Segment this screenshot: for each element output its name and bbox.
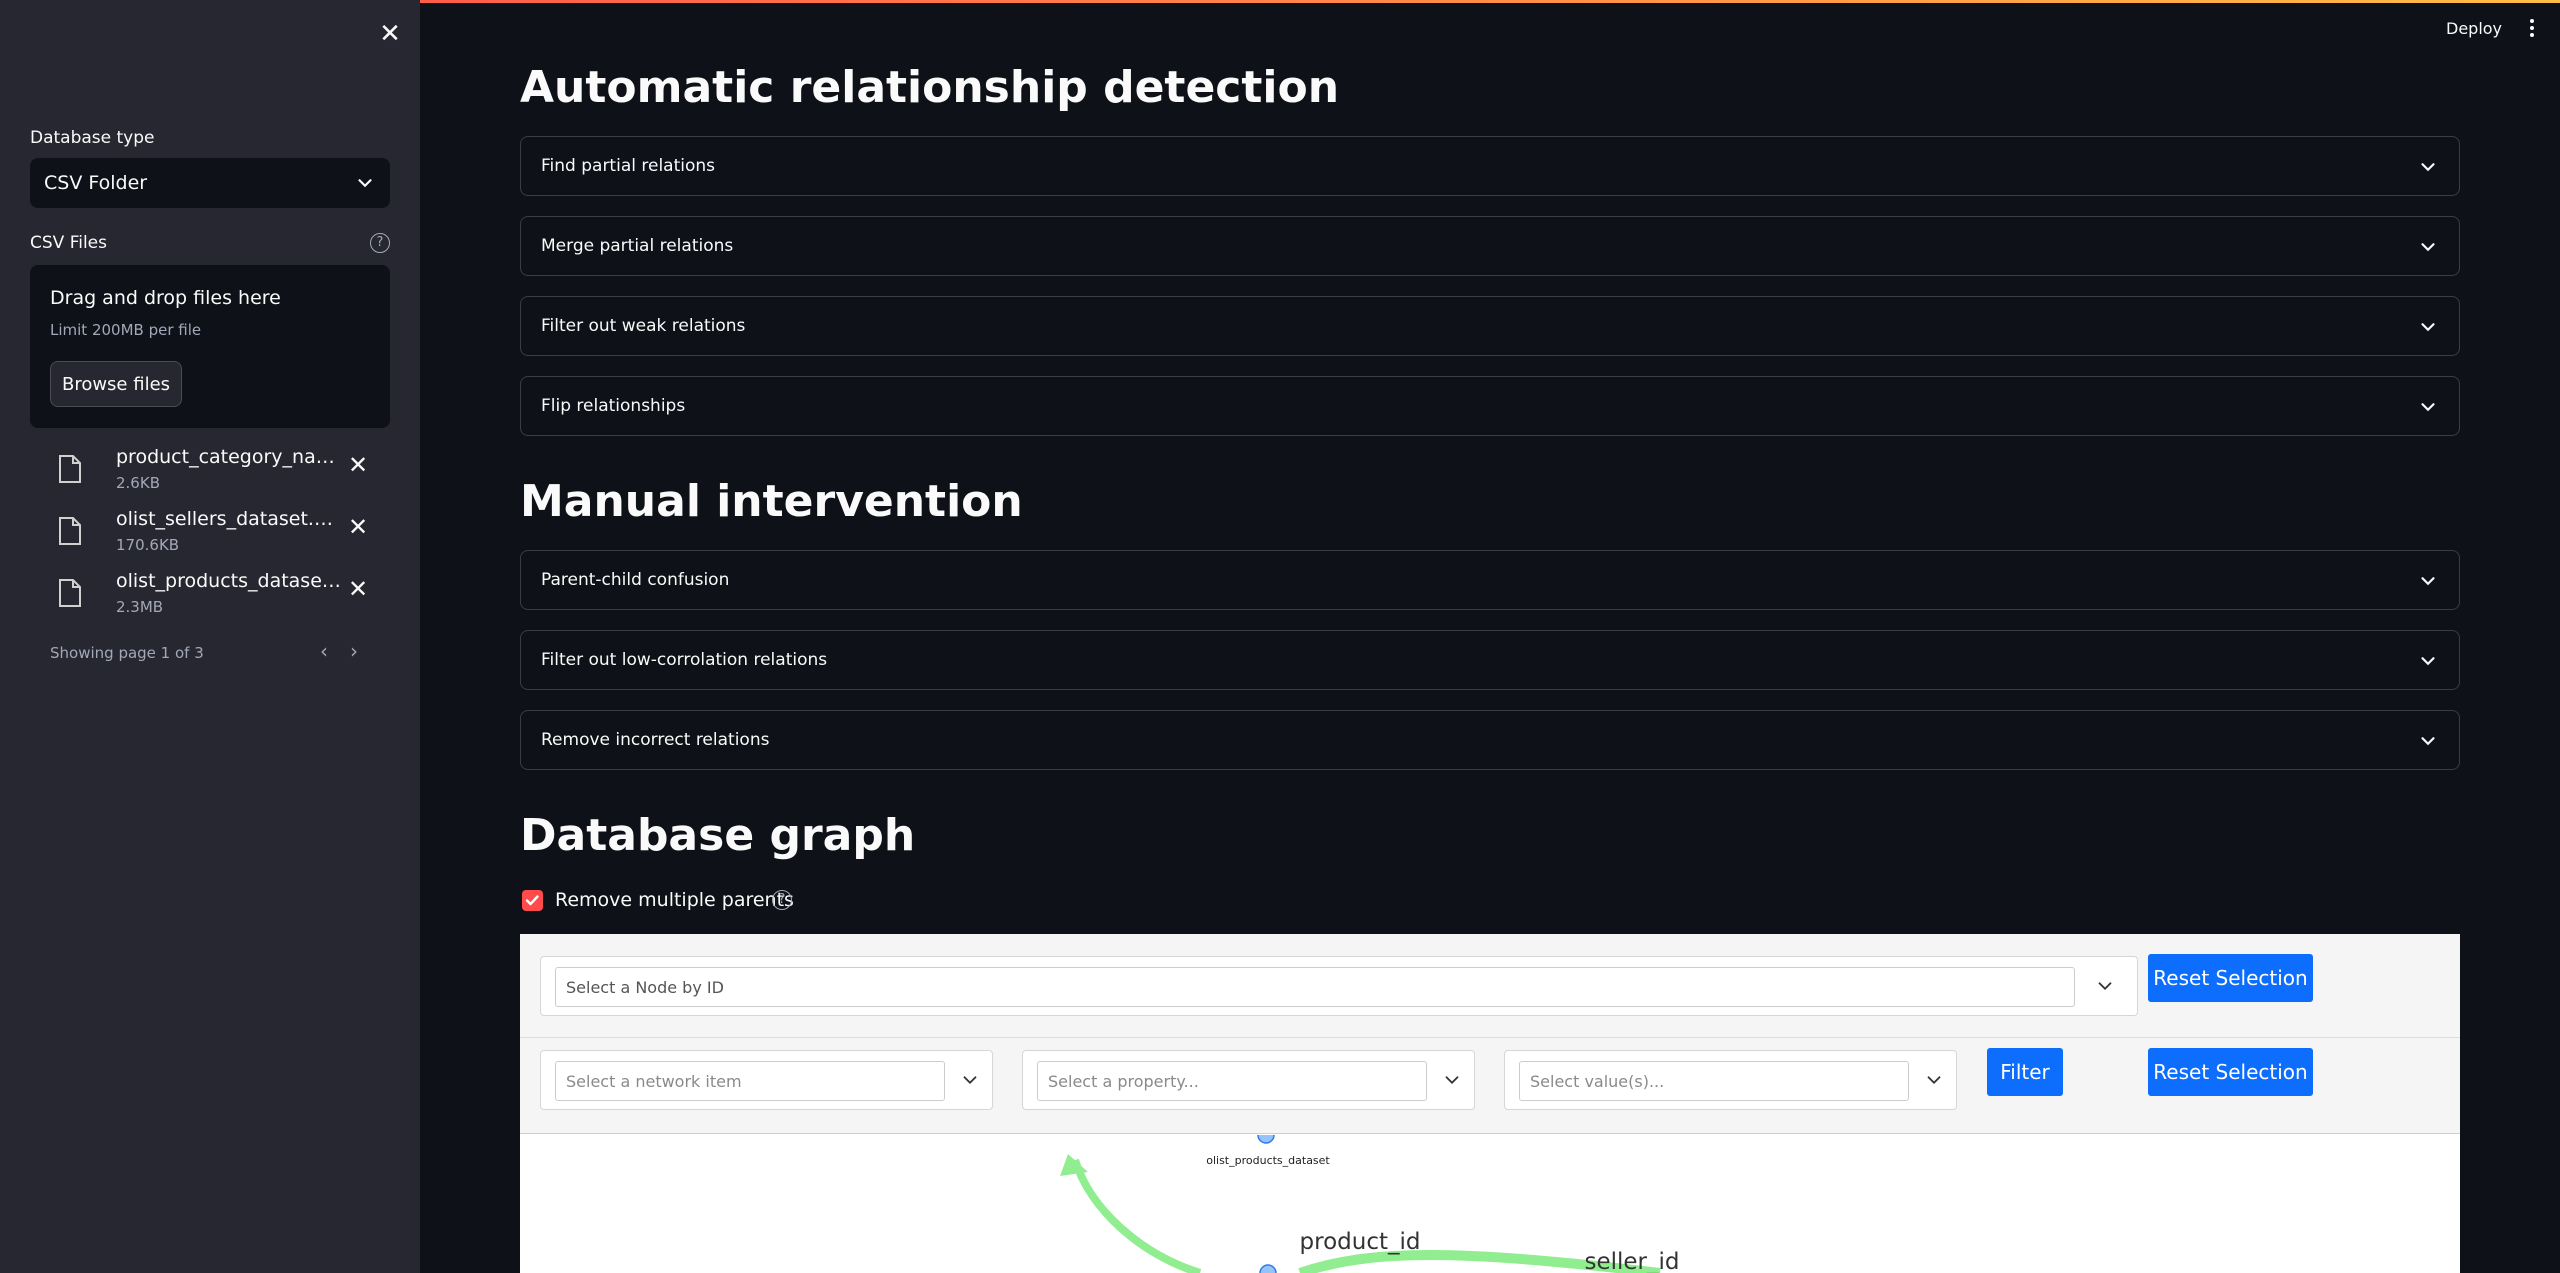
graph-edge bbox=[1071, 1158, 1202, 1273]
chevron-down-icon bbox=[2421, 243, 2435, 252]
chevron-down-icon bbox=[2421, 657, 2435, 666]
expander-flip-relationships[interactable]: Flip relationships bbox=[520, 376, 2460, 436]
chevron-down-icon bbox=[963, 1076, 977, 1085]
checkbox-label: Remove multiple parents bbox=[555, 889, 794, 911]
expander-merge-partial-relations[interactable]: Merge partial relations bbox=[520, 216, 2460, 276]
expander-label: Find partial relations bbox=[541, 156, 716, 176]
uploaded-file-item: olist_sellers_dataset.csv 170.6KB ✕ bbox=[50, 508, 380, 564]
file-dropzone[interactable]: Drag and drop files here Limit 200MB per… bbox=[30, 265, 390, 428]
chevron-left-icon[interactable]: ‹ bbox=[313, 640, 335, 662]
graph-node-label: olist_products_dataset bbox=[1206, 1154, 1330, 1167]
chevron-down-icon bbox=[2421, 577, 2435, 586]
chevron-right-icon[interactable]: › bbox=[343, 640, 365, 662]
file-size: 2.3MB bbox=[116, 598, 164, 616]
database-type-label: Database type bbox=[30, 128, 155, 148]
chevron-down-icon bbox=[2421, 403, 2435, 412]
chevron-down-icon bbox=[2421, 163, 2435, 172]
expander-find-partial-relations[interactable]: Find partial relations bbox=[520, 136, 2460, 196]
file-icon bbox=[59, 455, 81, 483]
pagination-text: Showing page 1 of 3 bbox=[50, 644, 204, 662]
remove-file-icon[interactable]: ✕ bbox=[345, 452, 371, 478]
more-options-icon[interactable] bbox=[2524, 16, 2540, 40]
graph-edge-label: product_id bbox=[1300, 1229, 1421, 1255]
checkmark-icon bbox=[525, 895, 539, 906]
expander-parent-child-confusion[interactable]: Parent-child confusion bbox=[520, 550, 2460, 610]
remove-file-icon[interactable]: ✕ bbox=[345, 514, 371, 540]
close-sidebar-icon[interactable]: ✕ bbox=[376, 20, 404, 48]
expander-label: Filter out weak relations bbox=[541, 316, 746, 336]
uploaded-file-item: product_category_name_translation.csv 2.… bbox=[50, 446, 380, 502]
file-icon bbox=[59, 579, 81, 607]
node-select-input[interactable]: Select a Node by ID bbox=[555, 967, 2075, 1007]
value-input[interactable]: Select value(s)... bbox=[1519, 1061, 1909, 1101]
file-name: product_category_name_translation.csv bbox=[116, 446, 342, 468]
chevron-down-icon bbox=[1927, 1076, 1941, 1085]
help-icon[interactable]: ? bbox=[370, 233, 390, 253]
property-dropdown[interactable]: Select a property... bbox=[1022, 1050, 1475, 1110]
graph-panel: Select a Node by ID Reset Selection Sele… bbox=[520, 934, 2460, 1273]
network-graph-canvas[interactable]: olist_products_dataset product_id seller… bbox=[520, 1134, 2460, 1273]
section-title-database-graph: Database graph bbox=[520, 810, 916, 861]
network-item-input[interactable]: Select a network item bbox=[555, 1061, 945, 1101]
dropzone-title: Drag and drop files here bbox=[50, 287, 281, 309]
reset-selection-button[interactable]: Reset Selection bbox=[2148, 954, 2313, 1002]
filter-button[interactable]: Filter bbox=[1987, 1048, 2063, 1096]
file-size: 2.6KB bbox=[116, 474, 160, 492]
graph-edge-label: seller_id bbox=[1584, 1249, 1679, 1273]
expander-remove-incorrect-relations[interactable]: Remove incorrect relations bbox=[520, 710, 2460, 770]
sidebar: ✕ Database type CSV Folder CSV Files ? D… bbox=[0, 0, 420, 1273]
file-name: olist_sellers_dataset.csv bbox=[116, 508, 342, 530]
graph-node[interactable] bbox=[1259, 1264, 1277, 1273]
remove-file-icon[interactable]: ✕ bbox=[345, 576, 371, 602]
chevron-down-icon bbox=[358, 179, 372, 188]
expander-label: Merge partial relations bbox=[541, 236, 734, 256]
browse-files-button[interactable]: Browse files bbox=[50, 361, 182, 407]
file-icon bbox=[59, 517, 81, 545]
file-name: olist_products_dataset.csv bbox=[116, 570, 342, 592]
uploaded-file-item: olist_products_dataset.csv 2.3MB ✕ bbox=[50, 570, 380, 626]
section-title-auto-detection: Automatic relationship detection bbox=[520, 62, 1340, 113]
expander-label: Flip relationships bbox=[541, 396, 686, 416]
graph-node-partial[interactable] bbox=[1257, 1134, 1275, 1144]
csv-files-label: CSV Files bbox=[30, 233, 107, 253]
file-size: 170.6KB bbox=[116, 536, 180, 554]
database-type-select[interactable]: CSV Folder bbox=[30, 158, 390, 208]
deploy-button[interactable]: Deploy bbox=[2446, 19, 2502, 38]
database-type-value: CSV Folder bbox=[44, 172, 148, 194]
expander-label: Parent-child confusion bbox=[541, 570, 730, 590]
section-title-manual-intervention: Manual intervention bbox=[520, 476, 1023, 527]
chevron-down-icon bbox=[2421, 323, 2435, 332]
expander-label: Filter out low-corrolation relations bbox=[541, 650, 828, 670]
remove-multiple-parents-checkbox[interactable] bbox=[522, 890, 543, 911]
expander-filter-low-correlation[interactable]: Filter out low-corrolation relations bbox=[520, 630, 2460, 690]
dropzone-limit: Limit 200MB per file bbox=[50, 321, 202, 339]
filter-toolbar: Select a network item Select a property.… bbox=[520, 1038, 2460, 1134]
chevron-down-icon bbox=[2098, 982, 2112, 991]
expander-label: Remove incorrect relations bbox=[541, 730, 770, 750]
reset-selection-button[interactable]: Reset Selection bbox=[2148, 1048, 2313, 1096]
network-item-dropdown[interactable]: Select a network item bbox=[540, 1050, 993, 1110]
help-icon[interactable]: ? bbox=[772, 890, 792, 910]
chevron-down-icon bbox=[1445, 1076, 1459, 1085]
node-select-toolbar: Select a Node by ID Reset Selection bbox=[520, 934, 2460, 1038]
value-dropdown[interactable]: Select value(s)... bbox=[1504, 1050, 1957, 1110]
property-input[interactable]: Select a property... bbox=[1037, 1061, 1427, 1101]
node-select-dropdown[interactable]: Select a Node by ID bbox=[540, 956, 2138, 1016]
chevron-down-icon bbox=[2421, 737, 2435, 746]
expander-filter-weak-relations[interactable]: Filter out weak relations bbox=[520, 296, 2460, 356]
